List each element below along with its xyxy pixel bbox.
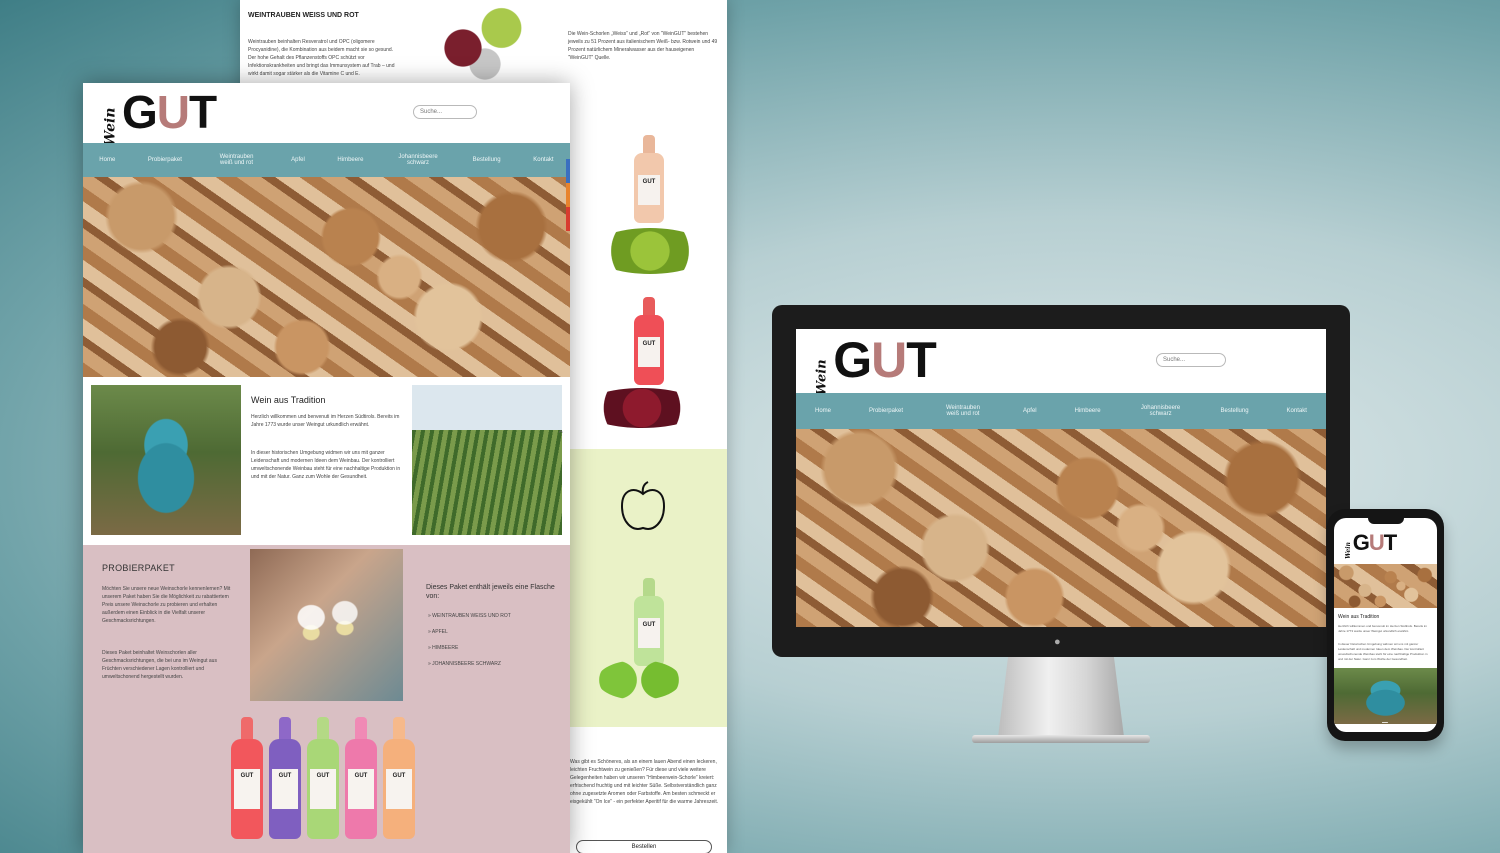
probierpaket-title: PROBIERPAKET: [102, 563, 175, 573]
nav-weintrauben[interactable]: Weintrauben weiß und rot: [215, 154, 259, 166]
apple-brand-icon: ●: [1054, 636, 1061, 648]
nav-home[interactable]: Home: [815, 408, 831, 414]
weingut-logo[interactable]: Wein GUT: [91, 89, 218, 147]
tradition-section: Wein aus Tradition Herzlich willkommen u…: [83, 377, 570, 545]
apple-icon: [620, 481, 666, 530]
side-tab-orange[interactable]: [566, 183, 570, 207]
desktop-monitor-mockup: Wein GUT Suche... Home Probierpaket Wein…: [772, 305, 1350, 745]
green-grapes-image: [590, 228, 710, 274]
nav-home[interactable]: Home: [99, 157, 115, 163]
raspberry-text: Was gibt es Schöneres, als an einem laue…: [570, 759, 719, 805]
side-tab-red[interactable]: [566, 207, 570, 231]
tradition-text-1: Herzlich willkommen und benvenuti im Her…: [251, 414, 400, 428]
hamburger-menu-icon[interactable]: ☰: [1378, 722, 1392, 730]
nav-probierpaket[interactable]: Probierpaket: [148, 157, 182, 163]
main-nav: Home Probierpaket Weintrauben weiß und r…: [796, 393, 1326, 429]
site-header: Wein GUT Suche...: [83, 83, 570, 147]
monitor-foot: [972, 735, 1150, 743]
package-list: » WEINTRAUBEN WEISS UND ROT » APFEL » HI…: [428, 613, 511, 677]
grapes-right-text: Die Wein-Schorlen „Weiss“ und „Rot“ von …: [568, 31, 718, 61]
vintage-truck-image: [1334, 668, 1437, 724]
bottle-purple: GUT: [269, 717, 301, 851]
nav-kontakt[interactable]: Kontakt: [533, 157, 553, 163]
corks-hero-image: [83, 177, 570, 377]
tradition-title: Wein aus Tradition: [1338, 614, 1380, 620]
desktop-page-mockup: Wein GUT Suche... Home Probierpaket Wein…: [83, 83, 570, 853]
monitor-bezel: Wein GUT Suche... Home Probierpaket Wein…: [772, 305, 1350, 657]
wine-toast-image: [250, 549, 403, 701]
green-apples-image: [597, 660, 681, 700]
nav-kontakt[interactable]: Kontakt: [1287, 408, 1307, 414]
scroll-up-icon[interactable]: ⌃: [557, 429, 565, 440]
side-tab-blue[interactable]: [566, 159, 570, 183]
search-input[interactable]: Suche...: [413, 105, 477, 119]
grapes-heading: WEINTRAUBEN WEISS UND ROT: [248, 12, 359, 19]
nav-johannisbeere[interactable]: Johannisbeere schwarz: [396, 154, 440, 166]
corks-hero-image: [1334, 564, 1437, 608]
nav-bestellung[interactable]: Bestellung: [1221, 408, 1249, 414]
tradition-title: Wein aus Tradition: [251, 395, 326, 405]
bottle-pink: GUT: [345, 717, 377, 851]
nav-apfel[interactable]: Apfel: [291, 157, 305, 163]
apple-bottle-image: GUT: [634, 578, 664, 666]
probierpaket-section: PROBIERPAKET Möchten Sie unsere neue Wei…: [83, 545, 570, 853]
nav-himbeere[interactable]: Himbeere: [337, 157, 363, 163]
tradition-text-2: In dieser historischen Umgebung widmen w…: [1338, 642, 1428, 661]
weingut-logo[interactable]: Wein GUT: [804, 335, 937, 396]
nav-apfel[interactable]: Apfel: [1023, 408, 1037, 414]
raspberry-bottle-image: GUT: [634, 297, 664, 385]
tradition-text-1: Herzlich willkommen und benvenuti im Her…: [1338, 624, 1428, 633]
nav-johannisbeere[interactable]: Johannisbeere schwarz: [1139, 405, 1183, 417]
nav-probierpaket[interactable]: Probierpaket: [869, 408, 903, 414]
grapes-bowl-image: [430, 0, 540, 80]
vineyard-image: [412, 385, 562, 535]
nav-himbeere[interactable]: Himbeere: [1075, 408, 1101, 414]
vintage-truck-image: [91, 385, 241, 535]
main-nav: Home Probierpaket Weintrauben weiß und r…: [83, 143, 570, 177]
package-item: » APFEL: [428, 629, 448, 635]
bottle-lineup-image: GUT GUT GUT GUT GUT: [231, 717, 421, 851]
corks-hero-image: [796, 429, 1326, 627]
phone-notch: [1368, 518, 1404, 524]
package-item: » WEINTRAUBEN WEISS UND ROT: [428, 613, 511, 619]
phone-screen: Wein GUT Wein aus Tradition Herzlich wil…: [1334, 518, 1437, 732]
package-item: » HIMBEERE: [428, 645, 459, 651]
bottle-green: GUT: [307, 717, 339, 851]
tradition-text-2: In dieser historischen Umgebung widmen w…: [251, 450, 401, 480]
probierpaket-text-1: Möchten Sie unsere neue Weinschorle kenn…: [102, 586, 231, 624]
search-input[interactable]: Suche...: [1156, 353, 1226, 367]
monitor-screen: Wein GUT Suche... Home Probierpaket Wein…: [796, 329, 1326, 627]
order-button[interactable]: Bestellen: [576, 840, 712, 853]
package-contents-title: Dieses Paket enthält jeweils eine Flasch…: [426, 584, 555, 600]
weingut-logo[interactable]: Wein GUT: [1340, 532, 1397, 559]
grapes-intro-text: Weintrauben beinhalten Resveratrol und O…: [248, 39, 395, 77]
package-item: » JOHANNISBEERE SCHWARZ: [428, 661, 501, 667]
bottle-peach: GUT: [383, 717, 415, 851]
grape-bottle-image: GUT: [634, 135, 664, 223]
probierpaket-text-2: Dieses Paket beinhaltet Weinschorlen all…: [102, 650, 217, 680]
bottle-red: GUT: [231, 717, 263, 851]
red-grapes-image: [582, 388, 702, 428]
monitor-stand: [998, 657, 1124, 737]
phone-mockup: Wein GUT Wein aus Tradition Herzlich wil…: [1327, 509, 1444, 741]
nav-weintrauben[interactable]: Weintrauben weiß und rot: [941, 405, 985, 417]
nav-bestellung[interactable]: Bestellung: [473, 157, 501, 163]
